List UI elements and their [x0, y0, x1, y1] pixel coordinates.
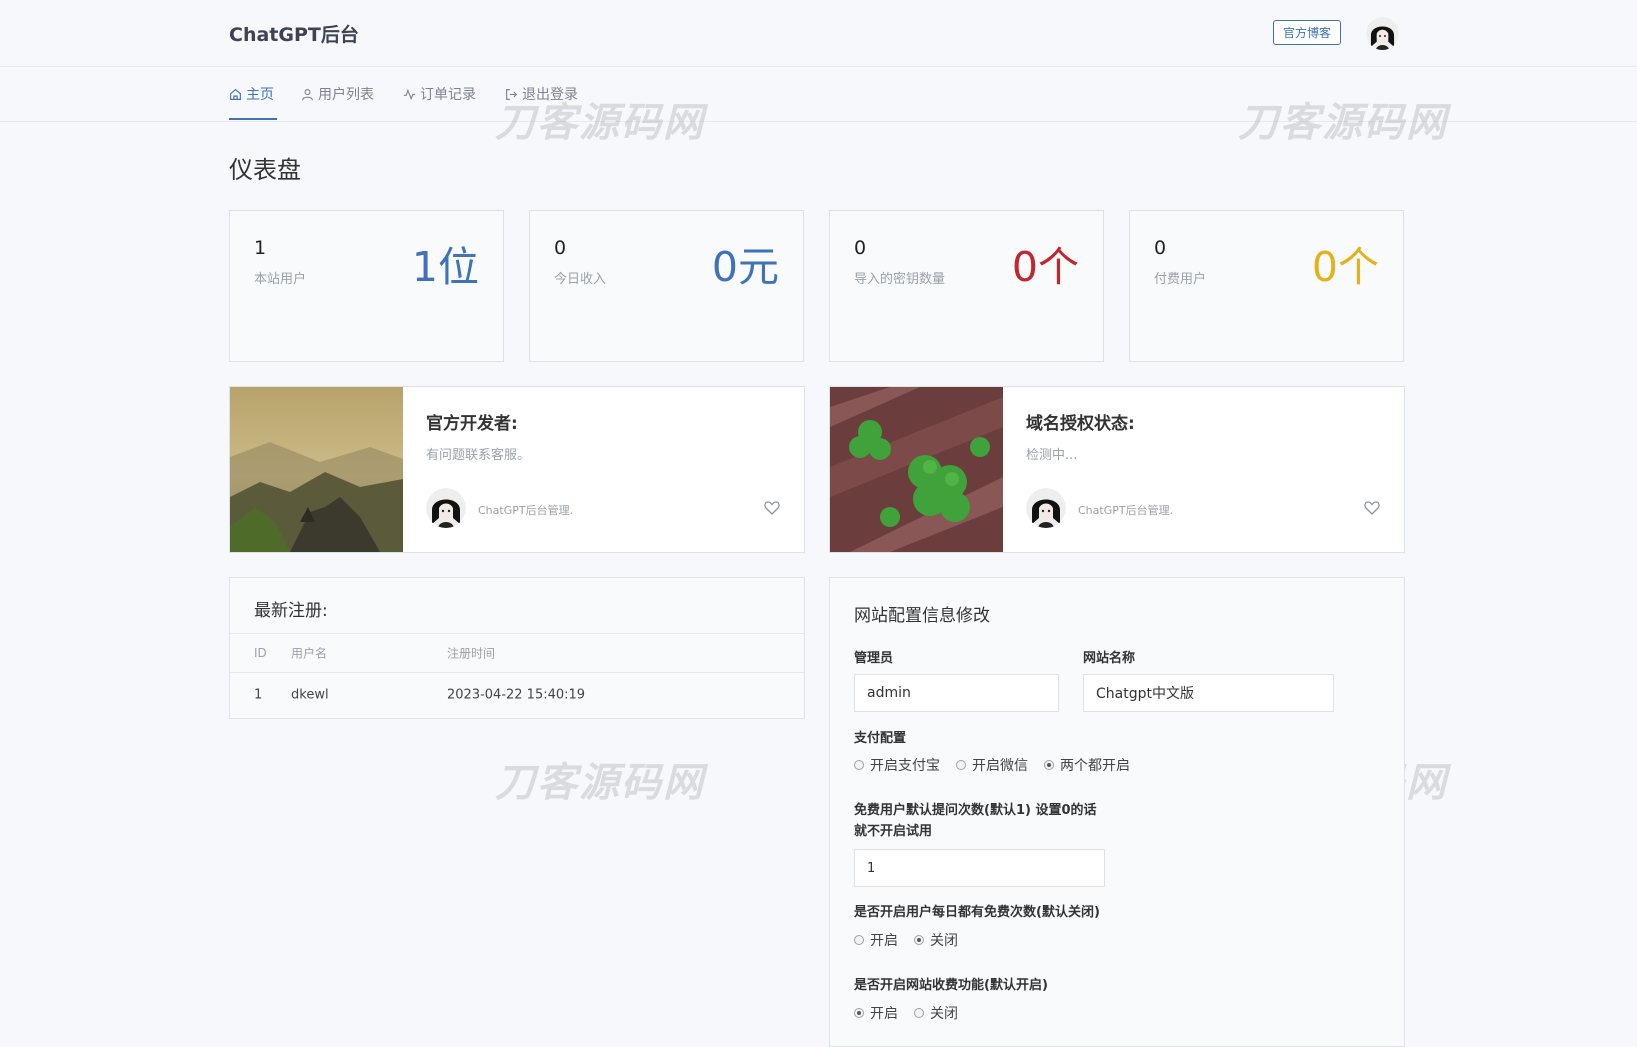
- stat-label: 本站用户: [254, 272, 307, 287]
- site-config-panel: 网站配置信息修改 管理员 网站名称 支付配置 开启支付宝 开启微信 两个都开启 …: [829, 577, 1405, 1047]
- stat-number: 0: [554, 237, 567, 259]
- landscape-image: [230, 387, 403, 552]
- radio-label: 关闭: [930, 1006, 958, 1022]
- registrations-table: ID 用户名 注册时间 1 dkewl 2023-04-22 15:40:19: [230, 633, 804, 717]
- nav-label: 订单记录: [420, 87, 476, 103]
- payment-label: 支付配置: [854, 731, 907, 746]
- radio-dot[interactable]: [914, 1008, 924, 1018]
- active-tab-indicator: [229, 118, 277, 120]
- free-quota-input[interactable]: [854, 849, 1105, 887]
- column-header: ID: [254, 646, 267, 660]
- nav-bar: 主页 用户列表 订单记录 退出登录: [0, 67, 1637, 122]
- panel-title: 最新注册:: [254, 601, 328, 621]
- stat-label: 导入的密钥数量: [854, 272, 946, 287]
- daily-free-radio-group: 开启 关闭: [854, 930, 958, 950]
- radio-daily-off[interactable]: 关闭: [914, 930, 958, 950]
- stat-card-keys: 0 导入的密钥数量 0个: [829, 210, 1104, 362]
- free-quota-label-line: 免费用户默认提问次数(默认1) 设置0的话: [854, 803, 1097, 818]
- radio-charge-on[interactable]: 开启: [854, 1003, 898, 1023]
- radio-charge-off[interactable]: 关闭: [914, 1003, 958, 1023]
- stat-number: 1: [254, 237, 267, 259]
- radio-dot[interactable]: [1044, 760, 1054, 770]
- heart-icon[interactable]: [764, 500, 780, 519]
- stat-number: 0: [854, 237, 867, 259]
- table-row: 1 dkewl 2023-04-22 15:40:19: [230, 672, 804, 717]
- card-title: 域名授权状态:: [1026, 414, 1135, 434]
- radio-dot[interactable]: [854, 760, 864, 770]
- radio-both[interactable]: 两个都开启: [1044, 755, 1130, 775]
- card-subtitle: 有问题联系客服。: [426, 448, 531, 463]
- admin-label: 管理员: [854, 651, 894, 666]
- radio-alipay[interactable]: 开启支付宝: [854, 755, 940, 775]
- author-avatar: [1026, 488, 1066, 528]
- stat-value: 0个: [1011, 243, 1079, 291]
- user-avatar[interactable]: [1366, 17, 1399, 50]
- radio-label: 开启微信: [972, 758, 1028, 774]
- radio-dot[interactable]: [956, 760, 966, 770]
- card-subtitle: 检测中...: [1026, 448, 1078, 463]
- radio-label: 开启: [870, 933, 898, 949]
- stat-label: 今日收入: [554, 272, 607, 287]
- column-header: 注册时间: [447, 646, 496, 661]
- card-title: 官方开发者:: [426, 414, 518, 434]
- stat-value: 0元: [711, 243, 779, 291]
- payment-radio-group: 开启支付宝 开启微信 两个都开启: [854, 755, 1130, 775]
- stat-value: 0个: [1311, 243, 1379, 291]
- radio-dot[interactable]: [914, 935, 924, 945]
- top-bar: ChatGPT后台 官方博客: [0, 0, 1637, 67]
- clover-image: [830, 387, 1003, 552]
- free-quota-label: 免费用户默认提问次数(默认1) 设置0的话 就不开启试用: [854, 800, 1097, 842]
- radio-dot[interactable]: [854, 1008, 864, 1018]
- official-blog-button[interactable]: 官方博客: [1273, 20, 1342, 45]
- stat-card-paid-users: 0 付费用户 0个: [1129, 210, 1404, 362]
- cell-registered-at: 2023-04-22 15:40:19: [447, 687, 586, 703]
- page-title: 仪表盘: [229, 156, 301, 184]
- user-icon: [301, 88, 314, 101]
- nav-label: 主页: [246, 87, 274, 103]
- card-author: ChatGPT后台管理.: [478, 504, 574, 517]
- panel-title: 网站配置信息修改: [854, 606, 990, 626]
- home-icon: [229, 88, 242, 101]
- watermark: 刀客源码网: [495, 760, 705, 806]
- free-quota-label-line: 就不开启试用: [854, 824, 933, 839]
- nav-item-home[interactable]: 主页: [229, 84, 274, 104]
- developer-card: 官方开发者: 有问题联系客服。 ChatGPT后台管理.: [229, 386, 805, 553]
- nav-label: 退出登录: [522, 87, 578, 103]
- stat-label: 付费用户: [1154, 272, 1207, 287]
- nav-label: 用户列表: [318, 87, 374, 103]
- brand-title[interactable]: ChatGPT后台: [229, 20, 359, 47]
- cell-id: 1: [254, 687, 263, 703]
- domain-status-card: 域名授权状态: 检测中... ChatGPT后台管理.: [829, 386, 1405, 553]
- admin-input[interactable]: [854, 674, 1059, 712]
- radio-label: 开启支付宝: [870, 758, 940, 774]
- card-author: ChatGPT后台管理.: [1078, 504, 1174, 517]
- nav-item-user-list[interactable]: 用户列表: [301, 84, 374, 104]
- cell-username: dkewl: [291, 687, 329, 703]
- charge-radio-group: 开启 关闭: [854, 1003, 958, 1023]
- table-header: ID 用户名 注册时间: [230, 633, 804, 672]
- heart-icon[interactable]: [1364, 500, 1380, 519]
- radio-dot[interactable]: [854, 935, 864, 945]
- site-name-input[interactable]: [1083, 674, 1334, 712]
- stat-value: 1位: [411, 243, 479, 291]
- nav-item-orders[interactable]: 订单记录: [403, 84, 476, 104]
- activity-icon: [403, 88, 416, 101]
- nav-item-logout[interactable]: 退出登录: [505, 84, 578, 104]
- author-avatar: [426, 488, 466, 528]
- radio-label: 两个都开启: [1060, 758, 1130, 774]
- stat-card-users: 1 本站用户 1位: [229, 210, 504, 362]
- stat-card-income: 0 今日收入 0元: [529, 210, 804, 362]
- charge-label: 是否开启网站收费功能(默认开启): [854, 978, 1048, 993]
- site-name-label: 网站名称: [1083, 651, 1136, 666]
- radio-daily-on[interactable]: 开启: [854, 930, 898, 950]
- stat-number: 0: [1154, 237, 1167, 259]
- column-header: 用户名: [291, 646, 328, 661]
- logout-icon: [505, 88, 518, 101]
- radio-label: 开启: [870, 1006, 898, 1022]
- radio-wechat[interactable]: 开启微信: [956, 755, 1028, 775]
- radio-label: 关闭: [930, 933, 958, 949]
- daily-free-label: 是否开启用户每日都有免费次数(默认关闭): [854, 905, 1100, 920]
- latest-registrations-panel: 最新注册: ID 用户名 注册时间 1 dkewl 2023-04-22 15:…: [229, 577, 805, 719]
